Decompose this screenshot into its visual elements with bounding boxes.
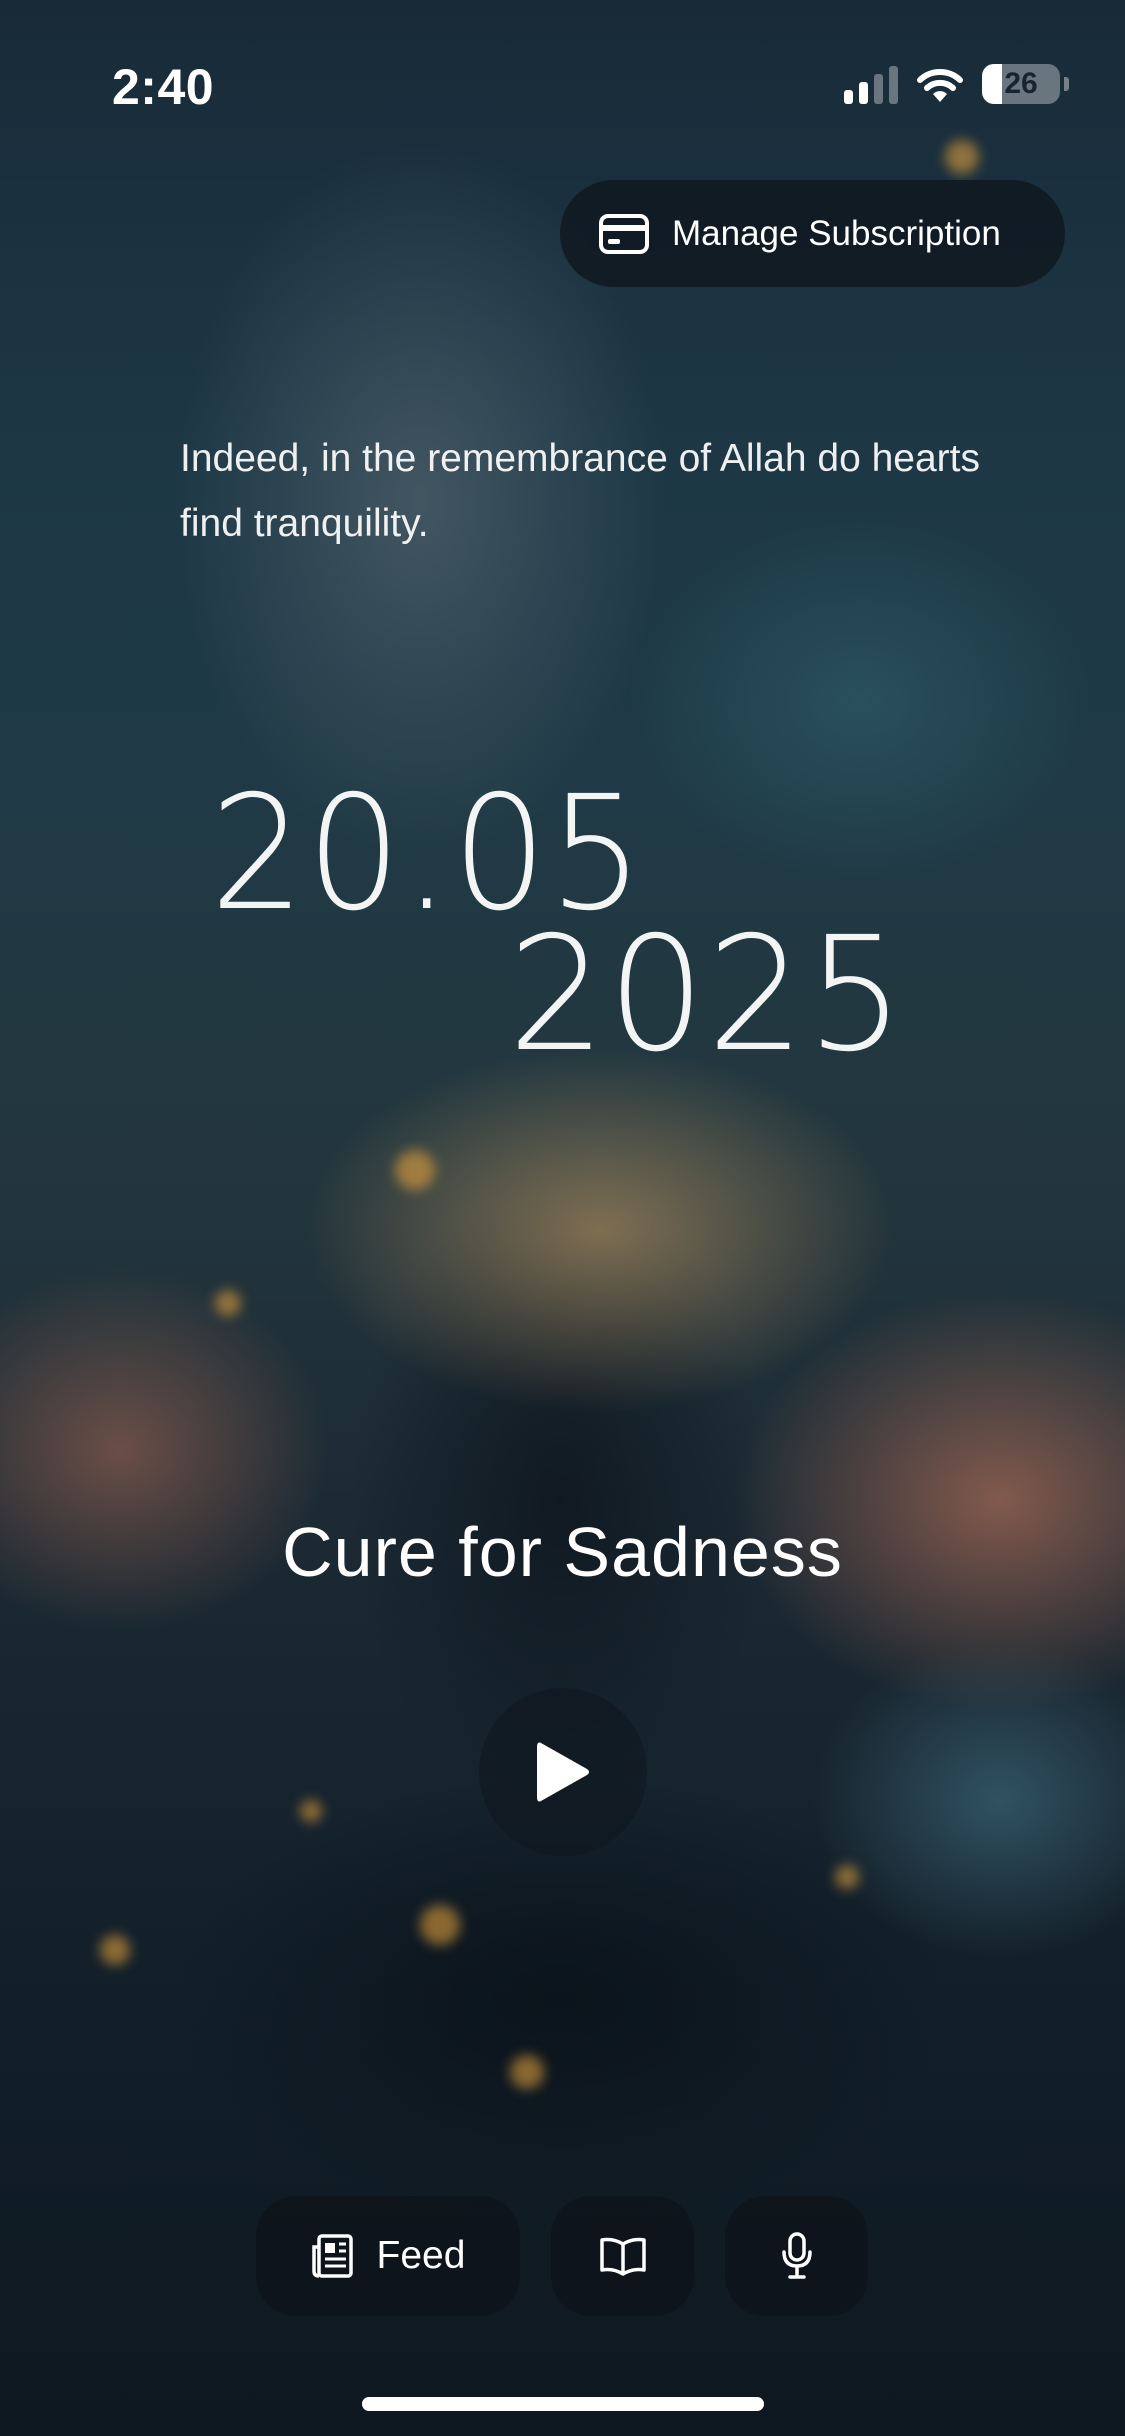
book-icon <box>599 2237 646 2276</box>
newspaper-icon <box>311 2234 353 2278</box>
daily-quote: Indeed, in the remembrance of Allah do h… <box>180 437 980 545</box>
play-button[interactable] <box>479 1688 647 1856</box>
nav-book-button[interactable] <box>551 2196 694 2316</box>
date-year: 2025 <box>508 903 907 1087</box>
play-icon <box>537 1742 589 1802</box>
nav-feed-button[interactable]: Feed <box>256 2196 520 2316</box>
status-time: 2:40 <box>112 59 215 115</box>
status-icons: 26 <box>844 64 1069 104</box>
cellular-signal-icon <box>844 64 898 104</box>
wifi-icon <box>917 69 963 102</box>
credit-card-icon <box>599 213 649 254</box>
nav-feed-label: Feed <box>376 2234 466 2277</box>
bottom-navigation: Feed <box>0 2196 1125 2316</box>
track-title: Cure for Sadness <box>282 1513 843 1591</box>
battery-percent: 26 <box>1004 67 1038 100</box>
battery-icon: 26 <box>982 64 1060 104</box>
nav-mic-button[interactable] <box>725 2196 868 2316</box>
battery-cap <box>1064 77 1069 91</box>
manage-subscription-button[interactable]: Manage Subscription <box>560 180 1065 287</box>
home-indicator[interactable] <box>362 2397 764 2411</box>
microphone-icon <box>781 2232 812 2279</box>
status-bar: 2:40 26 <box>0 0 1125 140</box>
manage-subscription-label: Manage Subscription <box>672 213 1001 253</box>
background-image <box>0 0 1125 2436</box>
